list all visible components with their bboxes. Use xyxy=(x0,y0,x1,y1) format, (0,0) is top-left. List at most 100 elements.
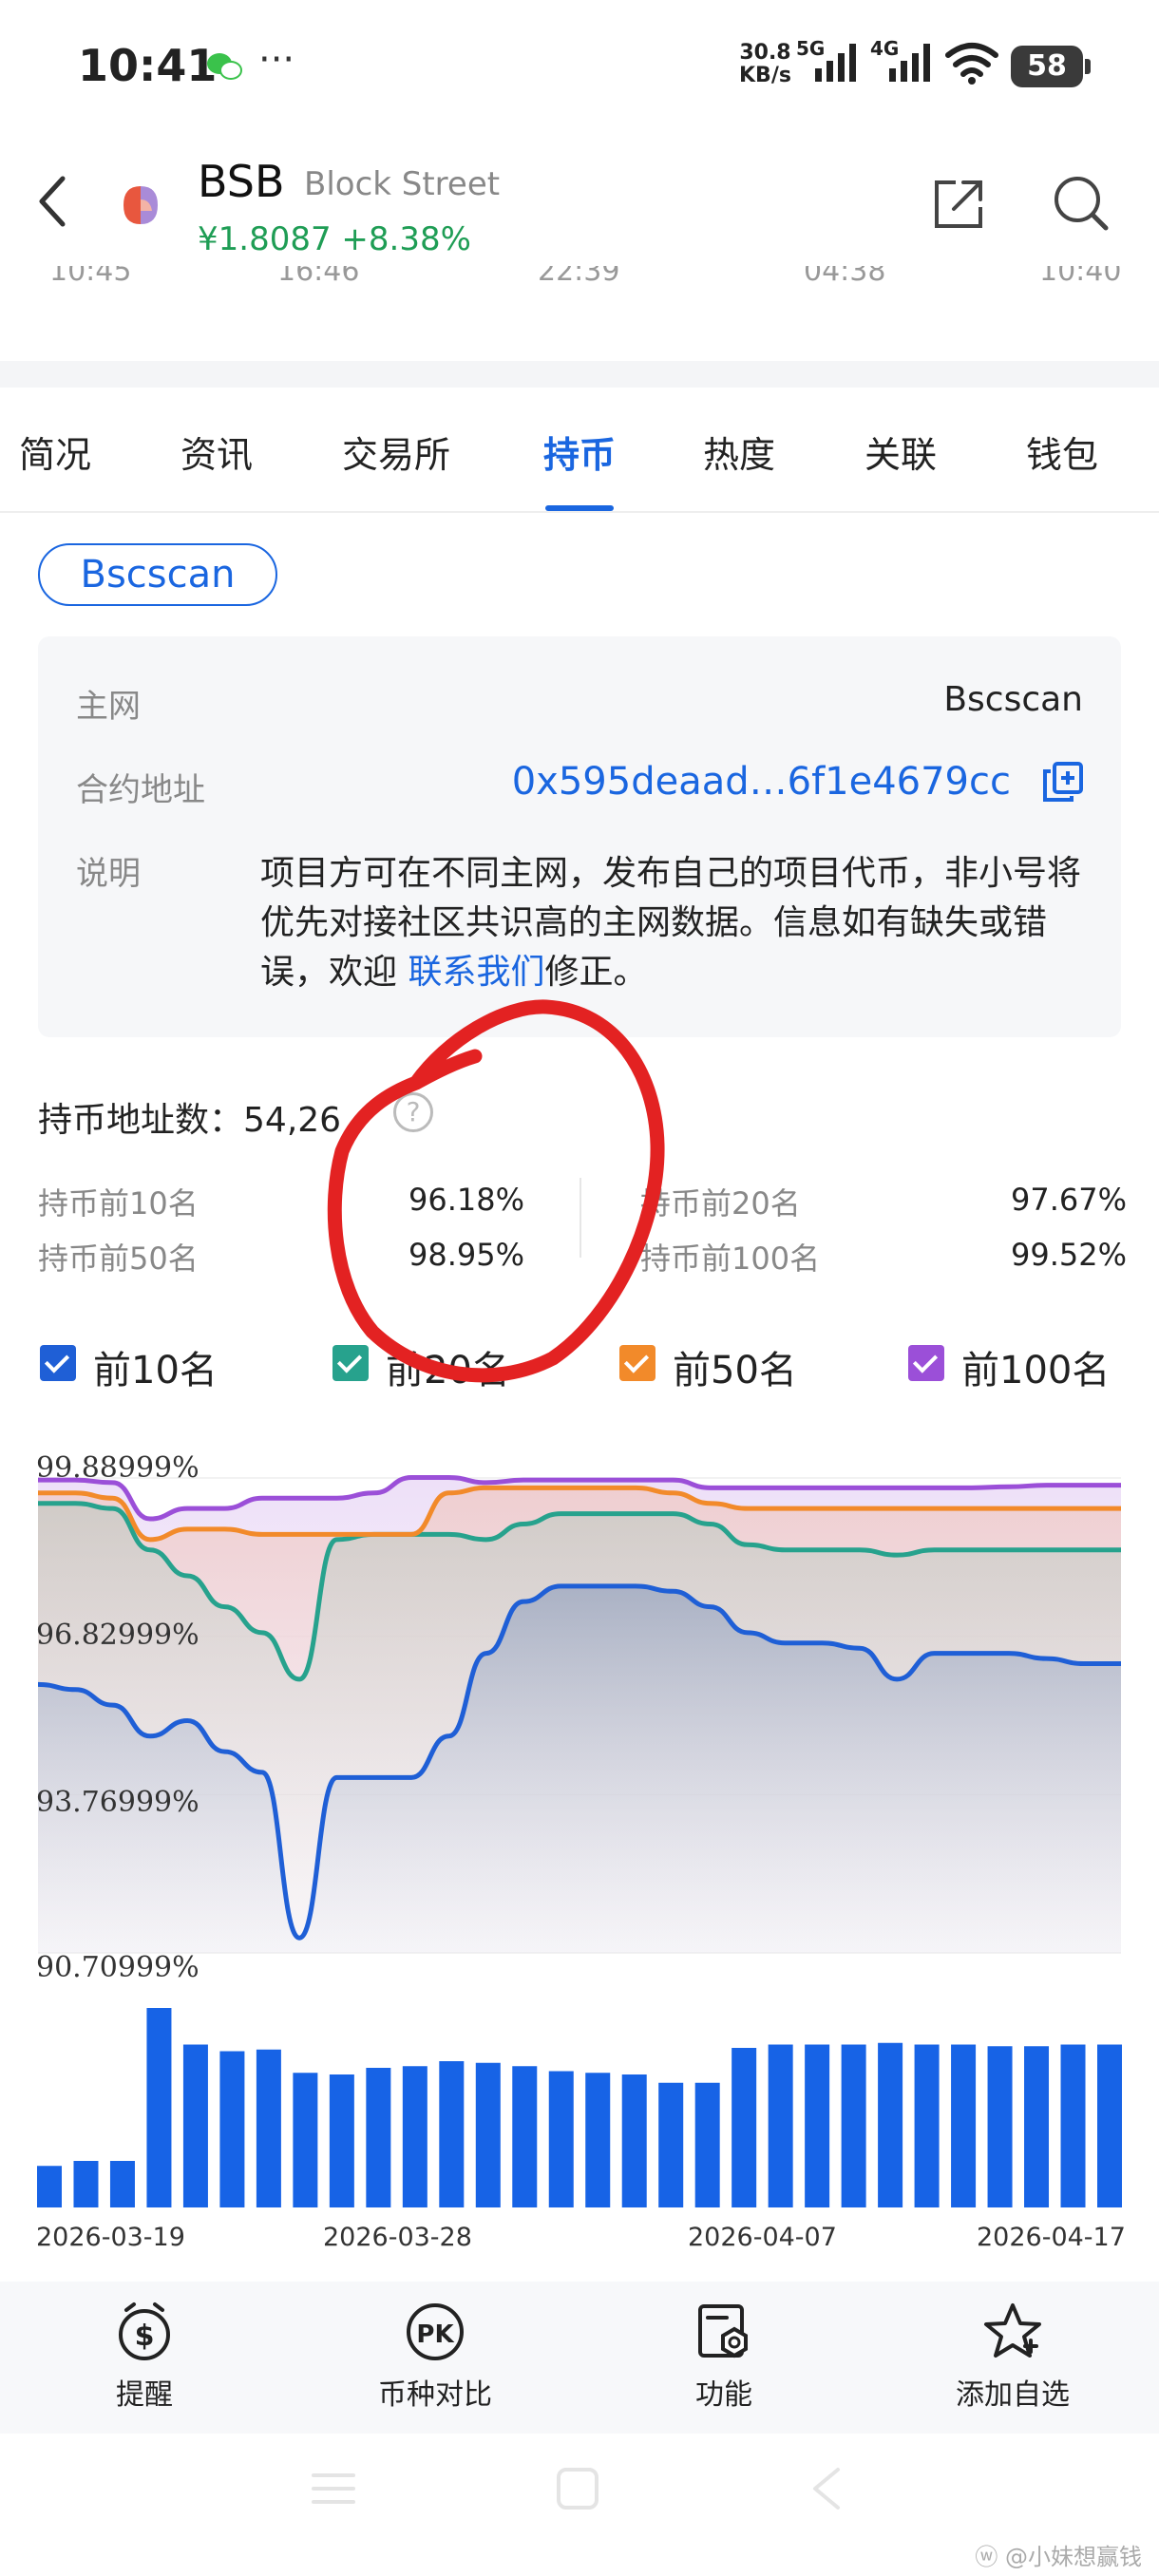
coin-symbol: BSB xyxy=(198,156,285,207)
bar xyxy=(805,2044,830,2207)
mainnet-label: 主网 xyxy=(76,688,141,726)
bar xyxy=(1097,2044,1122,2207)
stat-top20-value: 97.67% xyxy=(1011,1182,1128,1218)
y-tick-label: 90.70999% xyxy=(36,1951,200,1984)
contract-address[interactable]: 0x595deaad…6f1e4679cc xyxy=(512,760,1011,804)
pk-icon: PK xyxy=(407,2303,464,2360)
status-bar: 10:41 ··· 30.8 KB/s 5G 4G 58 xyxy=(0,0,1159,133)
tab-heat[interactable]: 热度 xyxy=(703,426,775,478)
contact-us-link[interactable]: 联系我们 xyxy=(408,953,544,992)
copy-icon[interactable] xyxy=(1041,760,1085,804)
functions-button[interactable]: 功能 xyxy=(629,2301,819,2413)
contract-label: 合约地址 xyxy=(76,771,205,809)
bar xyxy=(293,2073,318,2207)
stat-top10-label: 持币前10名 xyxy=(38,1185,199,1222)
compare-button[interactable]: PK 币种对比 xyxy=(340,2301,530,2413)
holding-concentration-chart xyxy=(37,1474,1122,2207)
watermark: ⓦ @小妹想赢钱 xyxy=(975,2544,1142,2570)
bar xyxy=(475,2062,501,2207)
tab-news[interactable]: 资讯 xyxy=(180,426,253,478)
bar xyxy=(658,2082,684,2207)
chain-chip[interactable]: Bscscan xyxy=(38,543,277,606)
legend-top20[interactable]: 前20名 xyxy=(332,1339,560,1392)
battery-indicator: 58 xyxy=(1011,46,1091,87)
bar xyxy=(878,2042,903,2207)
status-time: 10:41 xyxy=(78,40,218,91)
share-icon[interactable] xyxy=(931,175,988,232)
back-nav-icon[interactable] xyxy=(808,2466,846,2511)
chain-info-card: 主网 Bscscan 合约地址 0x595deaad…6f1e4679cc 说明… xyxy=(38,636,1121,1037)
active-tab-indicator xyxy=(545,505,614,511)
bar xyxy=(439,2061,465,2207)
tab-wallet[interactable]: 钱包 xyxy=(1026,426,1098,478)
net-speed: 30.8 KB/s xyxy=(739,41,791,87)
bar xyxy=(402,2066,428,2207)
bar xyxy=(146,2008,172,2207)
mainnet-value: Bscscan xyxy=(943,680,1083,719)
legend-top10[interactable]: 前10名 xyxy=(40,1339,268,1392)
bar xyxy=(951,2044,977,2207)
time-tick: 16:46 xyxy=(277,266,360,288)
stat-top50-value: 98.95% xyxy=(408,1237,525,1273)
menu-nav-icon[interactable] xyxy=(310,2468,357,2510)
bar xyxy=(1024,2046,1050,2207)
add-watchlist-button[interactable]: 添加自选 xyxy=(918,2301,1108,2413)
tab-exchanges[interactable]: 交易所 xyxy=(342,426,450,478)
svg-text:4G: 4G xyxy=(870,40,899,60)
bar xyxy=(182,2044,208,2207)
tab-holdings[interactable]: 持币 xyxy=(543,426,616,478)
svg-text:$: $ xyxy=(135,2320,155,2353)
y-tick-label: 96.82999% xyxy=(36,1619,200,1652)
coin-header: BSB Block Street ¥1.8087 +8.38% xyxy=(0,142,1159,266)
description-label: 说明 xyxy=(76,855,141,893)
svg-text:5G: 5G xyxy=(796,40,825,60)
dollar-alarm-icon: $ xyxy=(119,2302,170,2360)
time-tick: 22:39 xyxy=(538,266,620,288)
alert-button[interactable]: $ 提醒 xyxy=(49,2301,239,2413)
function-icon xyxy=(698,2304,748,2358)
wechat-icon xyxy=(207,53,242,80)
legend-top50[interactable]: 前50名 xyxy=(619,1339,847,1392)
back-arrow-icon[interactable] xyxy=(34,173,72,230)
intraday-time-axis: 10:45 16:46 22:39 04:38 10:40 xyxy=(0,266,1159,294)
bar xyxy=(694,2082,720,2207)
x-tick-label: 2026-04-07 xyxy=(688,2223,837,2252)
bar xyxy=(585,2073,611,2207)
coin-fullname: Block Street xyxy=(304,165,501,203)
y-tick-label: 93.76999% xyxy=(36,1786,200,1819)
stats-divider xyxy=(580,1178,581,1258)
stat-top100-value: 99.52% xyxy=(1011,1237,1128,1273)
star-add-icon xyxy=(984,2303,1041,2358)
x-tick-label: 2026-03-28 xyxy=(323,2223,472,2252)
time-tick: 04:38 xyxy=(804,266,886,288)
bar xyxy=(914,2044,940,2207)
help-icon[interactable]: ? xyxy=(393,1092,433,1132)
search-icon[interactable] xyxy=(1051,173,1112,234)
bar xyxy=(73,2161,99,2207)
time-tick: 10:45 xyxy=(49,266,132,288)
bar xyxy=(37,2166,62,2207)
x-tick-label: 2026-03-19 xyxy=(36,2223,185,2252)
description-text: 项目方可在不同主网，发布自己的项目代币，非小号将优先对接社区共识高的主网数据。信… xyxy=(260,854,1082,992)
bar xyxy=(768,2044,793,2207)
tab-overview[interactable]: 简况 xyxy=(19,426,91,478)
x-tick-label: 2026-04-17 xyxy=(977,2223,1126,2252)
stat-top10-value: 96.18% xyxy=(408,1182,525,1218)
holder-count: 持币地址数：54,26 xyxy=(38,1101,342,1140)
legend-top100[interactable]: 前100名 xyxy=(908,1339,1136,1392)
bar xyxy=(841,2044,866,2207)
bottom-toolbar: $ 提醒 PK 币种对比 功能 添加自选 xyxy=(0,2282,1159,2434)
bar xyxy=(732,2048,757,2207)
stat-top50-label: 持币前50名 xyxy=(38,1241,199,1277)
bar xyxy=(219,2051,245,2207)
tab-related[interactable]: 关联 xyxy=(864,426,937,478)
wifi-icon xyxy=(945,43,998,85)
home-nav-icon[interactable] xyxy=(555,2466,600,2511)
bar xyxy=(366,2068,391,2207)
y-tick-label: 99.88999% xyxy=(36,1451,200,1485)
time-tick: 10:40 xyxy=(1039,266,1122,288)
stat-top20-label: 持币前20名 xyxy=(640,1185,801,1222)
signal-5g-icon: 5G xyxy=(796,40,856,82)
status-more-icon: ··· xyxy=(258,38,295,82)
coin-logo-icon xyxy=(124,186,158,224)
